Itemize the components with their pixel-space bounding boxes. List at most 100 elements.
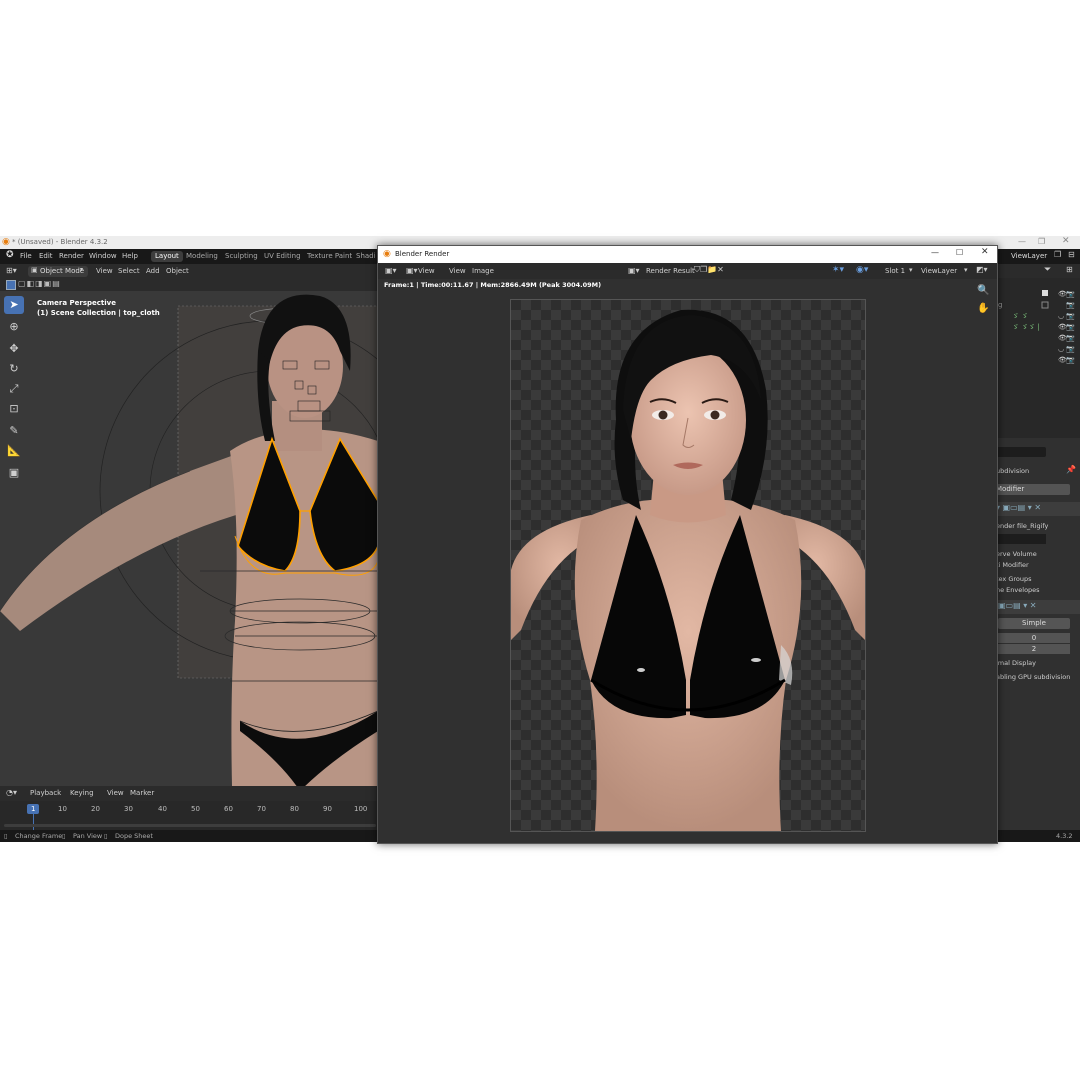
rotate-tool-icon[interactable]: ↻ — [4, 360, 24, 378]
add-cube-tool-icon[interactable]: ▣ — [4, 464, 24, 482]
overlay-icon[interactable]: ◉▾ — [856, 265, 868, 275]
gizmo-icon[interactable]: ✶▾ — [832, 265, 844, 275]
statusbar: ▯ Change Frame ▯ Pan View ▯ Dope Sheet — [0, 830, 378, 842]
editor-type-icon[interactable]: ▣▾ — [385, 266, 397, 275]
view-mode-icon[interactable]: ▣▾ — [406, 266, 418, 275]
close-icon[interactable]: ✕ — [1062, 236, 1070, 246]
add-modifier-button[interactable]: Modifier — [996, 484, 1070, 495]
viewlayer-label[interactable]: ViewLayer — [1011, 252, 1047, 260]
select-mode-icons[interactable]: ▢◧◨▣▤ — [18, 279, 61, 288]
current-frame-label: 1 — [31, 805, 36, 813]
minimize-icon[interactable]: — — [1018, 237, 1026, 246]
menu-file[interactable]: File — [20, 252, 32, 260]
remove-layer-icon[interactable]: ⊟ — [1068, 250, 1075, 259]
measure-tool-icon[interactable]: 📐 — [4, 442, 24, 460]
outliner-header: ⏷ ⊞ — [996, 264, 1080, 278]
armature-object-field[interactable]: ender file_Rigify — [996, 522, 1080, 533]
svg-text:📷: 📷 — [1066, 301, 1075, 309]
tab-sculpting[interactable]: Sculpting — [221, 251, 262, 262]
window-title: * (Unsaved) - Blender 4.3.2 — [12, 238, 108, 246]
select-tool-icon[interactable]: ➤ — [4, 296, 24, 314]
version-label: 4.3.2 — [1056, 832, 1073, 840]
vertex-groups[interactable]: tex Groups — [996, 575, 1080, 586]
render-menu-image[interactable]: Image — [472, 267, 494, 275]
close-icon[interactable]: ✕ — [981, 247, 989, 257]
render-window: ◉ Blender Render — ☐ ✕ ▣▾ ▣▾ View View I… — [377, 245, 998, 844]
multi-modifier[interactable]: ti Modifier — [996, 561, 1080, 572]
clock-icon[interactable]: ◔▾ — [6, 788, 17, 797]
editor-type-icon[interactable]: ⊞▾ — [6, 266, 17, 275]
image-browse-icon[interactable]: ▣▾ — [628, 266, 640, 275]
menu-help[interactable]: Help — [122, 252, 138, 260]
bone-envelopes[interactable]: ne Envelopes — [996, 586, 1080, 597]
timeline-menu-keying[interactable]: Keying — [70, 789, 94, 797]
mode-selector[interactable]: ▣ Object Mode ▾ — [28, 266, 88, 277]
vertex-group-field[interactable] — [996, 534, 1046, 544]
simple-button[interactable]: Simple — [998, 618, 1070, 629]
viewlayer-header: ViewLayer ❐ ⊟ — [996, 249, 1080, 264]
properties-panel: 📌 ubdivision Modifier ▾ ▣▭▤ ▾ ✕ ender fi… — [996, 447, 1080, 842]
scale-tool-icon[interactable]: ⤢ — [4, 380, 24, 398]
viewport-menu-object[interactable]: Object — [166, 267, 189, 275]
blender-logo-icon: ◉ — [383, 249, 391, 259]
menu-edit[interactable]: Edit — [39, 252, 53, 260]
tab-texture-paint[interactable]: Texture Paint — [303, 251, 356, 262]
svg-text:📷: 📷 — [1066, 345, 1075, 353]
current-frame-indicator[interactable]: 1 — [27, 804, 39, 814]
maximize-icon[interactable]: ❐ — [1038, 237, 1045, 246]
timeline-menu-playback[interactable]: Playback — [30, 789, 61, 797]
svg-text:ゞ ゞゞ |: ゞ ゞゞ | — [1012, 323, 1040, 331]
properties-search[interactable] — [996, 447, 1046, 457]
timeline-tick: 30 — [124, 805, 133, 813]
viewport-overlay-title: Camera Perspective — [37, 299, 116, 307]
render-levels-field[interactable]: 2 — [998, 644, 1070, 654]
subdivision-toggle-icons[interactable]: ▣▭▤ ▾ ✕ — [998, 601, 1036, 610]
slot-selector[interactable]: Slot 1 — [885, 267, 905, 275]
move-tool-icon[interactable]: ✥ — [4, 340, 24, 358]
view-layer-selector[interactable]: ViewLayer — [921, 267, 957, 275]
menu-render[interactable]: Render — [59, 252, 84, 260]
maximize-icon[interactable]: ☐ — [956, 248, 963, 257]
subdivision-modifier-header: ▣▭▤ ▾ ✕ — [996, 600, 1080, 614]
svg-text:📷: 📷 — [1066, 290, 1075, 298]
select-box-icon[interactable] — [6, 280, 16, 290]
optimal-display[interactable]: imal Display — [996, 659, 1080, 670]
tab-shading[interactable]: Shadi — [352, 251, 380, 262]
filter-icon[interactable]: ⏷ — [1044, 265, 1051, 275]
render-menu-view[interactable]: View — [418, 267, 435, 275]
3d-viewport[interactable]: Camera Perspective (1) Scene Collection … — [0, 291, 378, 786]
svg-text:◡: ◡ — [1058, 345, 1064, 353]
timeline-menu-marker[interactable]: Marker — [130, 789, 154, 797]
add-modifier-label: Modifier — [996, 485, 1025, 493]
blender-menu-icon[interactable]: ✪ — [6, 250, 14, 260]
new-layer-icon[interactable]: ❐ — [1054, 250, 1061, 259]
new-collection-icon[interactable]: ⊞ — [1066, 265, 1073, 274]
render-window-titlebar: ◉ Blender Render — ☐ ✕ — [378, 246, 997, 263]
right-statusbar: 4.3.2 — [996, 830, 1080, 842]
cursor-tool-icon[interactable]: ⊕ — [4, 318, 24, 336]
viewport-menu-add[interactable]: Add — [146, 267, 160, 275]
tab-modeling[interactable]: Modeling — [182, 251, 222, 262]
timeline-scrollbar[interactable] — [4, 824, 376, 827]
timeline-menu-view[interactable]: View — [107, 789, 124, 797]
render-result-label[interactable]: Render Result — [646, 267, 695, 275]
levels-viewport-field[interactable]: 0 — [998, 633, 1070, 643]
display-channels-icon[interactable]: ◩▾ — [976, 265, 988, 274]
modifier-toggle-icons[interactable]: ▾ ▣▭▤ ▾ ✕ — [996, 503, 1041, 512]
tab-layout[interactable]: Layout — [151, 251, 183, 262]
menu-window[interactable]: Window — [89, 252, 117, 260]
minimize-icon[interactable]: — — [931, 248, 939, 257]
tab-uv-editing[interactable]: UV Editing — [260, 251, 305, 262]
image-actions-icons[interactable]: ⛉❐📁✕ — [694, 265, 724, 275]
armature-modifier-header: ▾ ▣▭▤ ▾ ✕ — [996, 502, 1080, 516]
render-menu-view-2[interactable]: View — [449, 267, 466, 275]
viewport-menu-select[interactable]: Select — [118, 267, 140, 275]
render-canvas[interactable]: 🔍 ✋ — [378, 285, 997, 843]
annotate-tool-icon[interactable]: ✎ — [4, 422, 24, 440]
zoom-icon[interactable]: 🔍 — [977, 285, 989, 296]
preserve-volume[interactable]: erve Volume — [996, 550, 1080, 561]
transform-tool-icon[interactable]: ⊡ — [4, 400, 24, 418]
timeline-tick: 20 — [91, 805, 100, 813]
hand-pan-icon[interactable]: ✋ — [977, 303, 989, 314]
viewport-menu-view[interactable]: View — [96, 267, 113, 275]
